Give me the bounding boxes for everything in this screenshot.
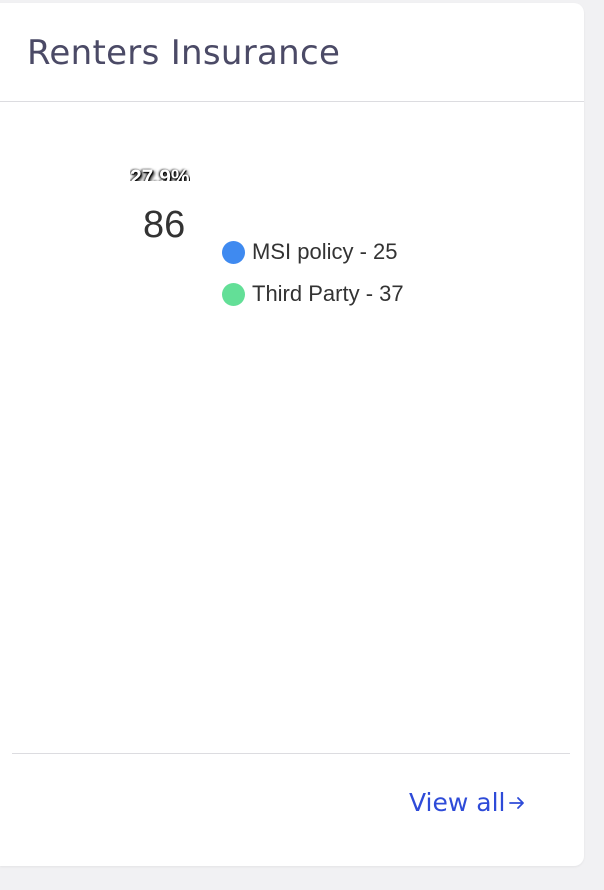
arrow-right-icon [508,794,526,812]
legend-dot-third-party [222,282,245,306]
legend-item-third-series[interactable] [222,315,404,323]
view-all-label: View all [409,788,506,817]
donut-total-value: 86 [143,204,186,246]
card-title: Renters Insurance [27,33,341,73]
legend-label-third-party: Third Party - 37 [252,281,404,306]
view-all-link[interactable]: View all [409,788,526,817]
chart-legend: MSI policy - 25 Third Party - 37 [222,231,404,323]
donut-chart: 27.9% 86 MSI policy - 25 Third Party - 3… [0,103,584,323]
legend-label-msi-policy: MSI policy - 25 [252,239,398,264]
footer-divider [12,753,570,754]
renters-insurance-card: Renters Insurance 27.9% 86 MSI policy - … [0,3,584,866]
slice-percent-label: 27.9% [130,167,190,181]
legend-item-msi-policy[interactable]: MSI policy - 25 [222,231,404,273]
legend-dot-msi-policy [222,240,245,264]
card-header: Renters Insurance [0,3,584,102]
legend-item-third-party[interactable]: Third Party - 37 [222,273,404,315]
